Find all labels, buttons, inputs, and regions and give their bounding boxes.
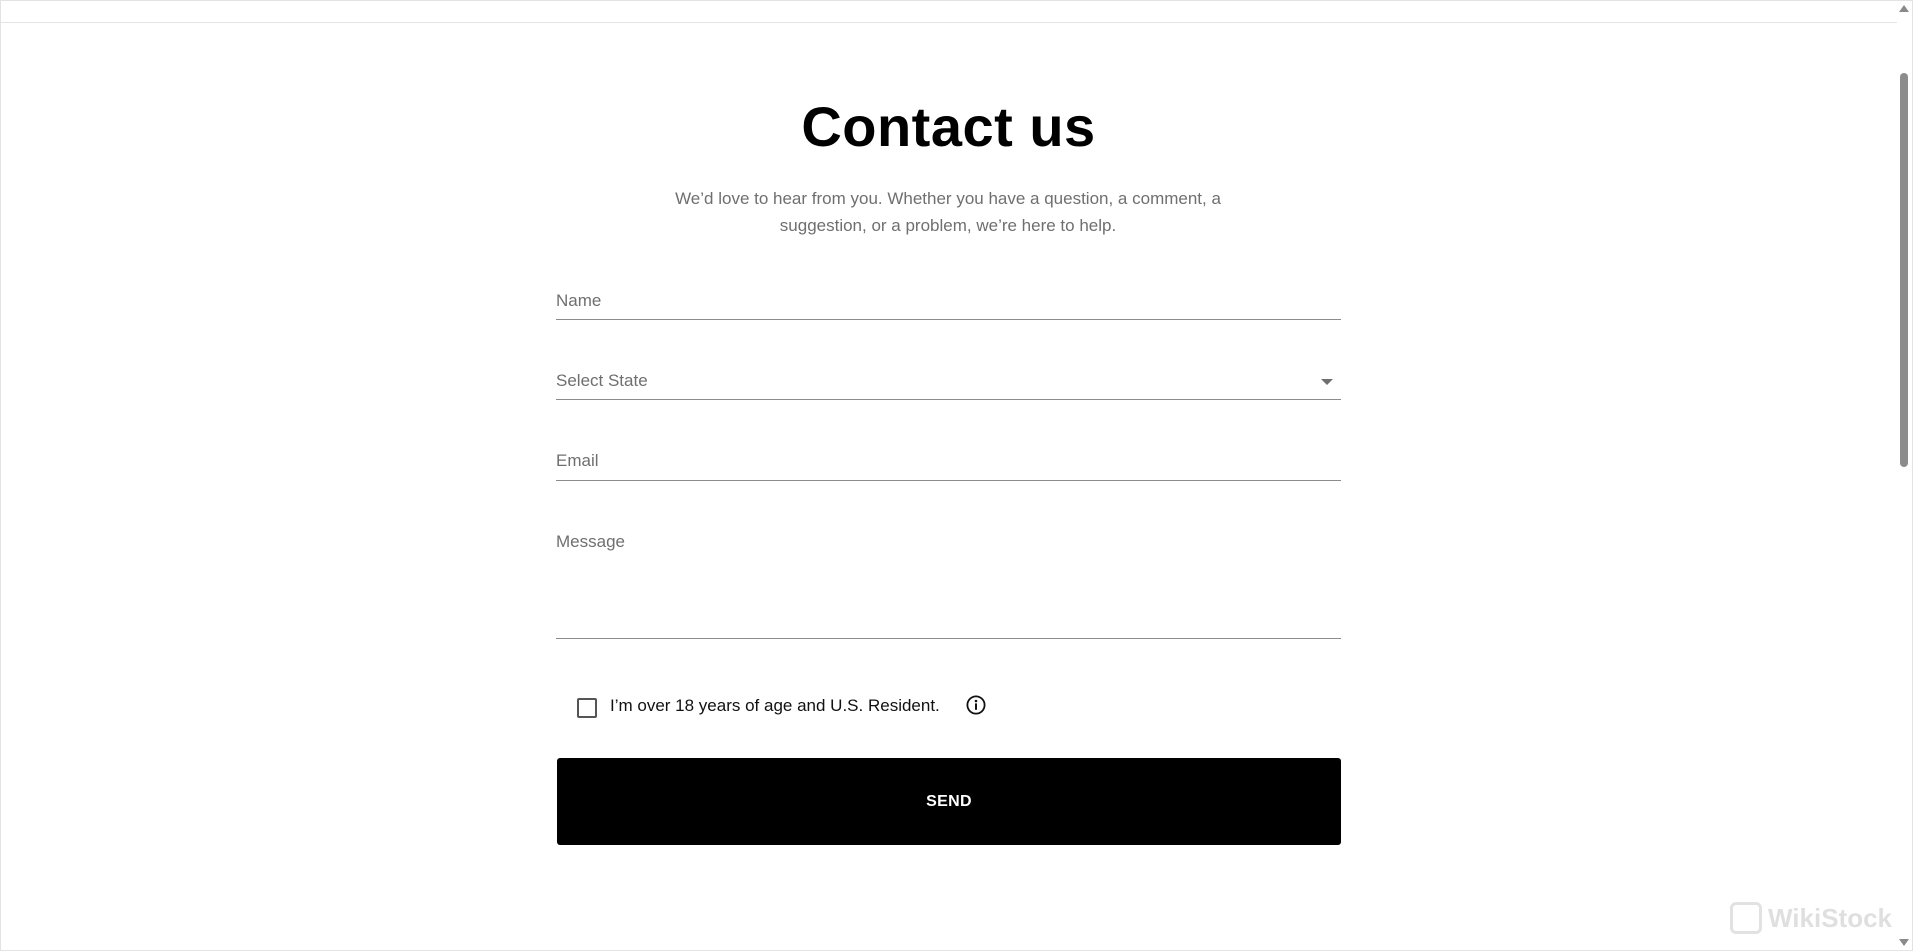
scroll-down-arrow-icon[interactable] — [1899, 939, 1909, 946]
page-subtitle: We’d love to hear from you. Whether you … — [675, 189, 1221, 235]
chevron-down-icon[interactable] — [1321, 379, 1333, 385]
age-consent-label[interactable]: I’m over 18 years of age and U.S. Reside… — [610, 696, 940, 716]
message-field[interactable]: Message — [556, 525, 1341, 639]
watermark-logo-icon — [1729, 902, 1762, 934]
state-select[interactable]: Select State — [556, 363, 1341, 400]
scrollbar-thumb[interactable] — [1900, 73, 1908, 467]
age-consent-checkbox[interactable] — [577, 698, 597, 718]
info-icon[interactable] — [966, 695, 986, 715]
state-placeholder: Select State — [556, 371, 648, 390]
age-residency-consent: I’m over 18 years of age and U.S. Reside… — [566, 694, 1066, 720]
name-placeholder: Name — [556, 291, 602, 310]
scroll-up-arrow-icon[interactable] — [1899, 5, 1909, 12]
watermark-text: WikiStock — [1767, 902, 1892, 933]
name-field[interactable]: Name — [556, 283, 1341, 320]
browser-viewport: Contact us We’d love to hear from you. W… — [0, 0, 1913, 951]
email-field[interactable]: Email — [556, 444, 1341, 481]
vertical-scrollbar[interactable] — [1897, 1, 1911, 950]
top-divider — [1, 22, 1898, 23]
watermark: WikiStock — [1729, 902, 1892, 934]
page-title: Contact us — [801, 95, 1096, 158]
send-button[interactable]: SEND — [557, 758, 1341, 845]
email-placeholder: Email — [556, 451, 599, 470]
message-placeholder: Message — [556, 532, 625, 551]
